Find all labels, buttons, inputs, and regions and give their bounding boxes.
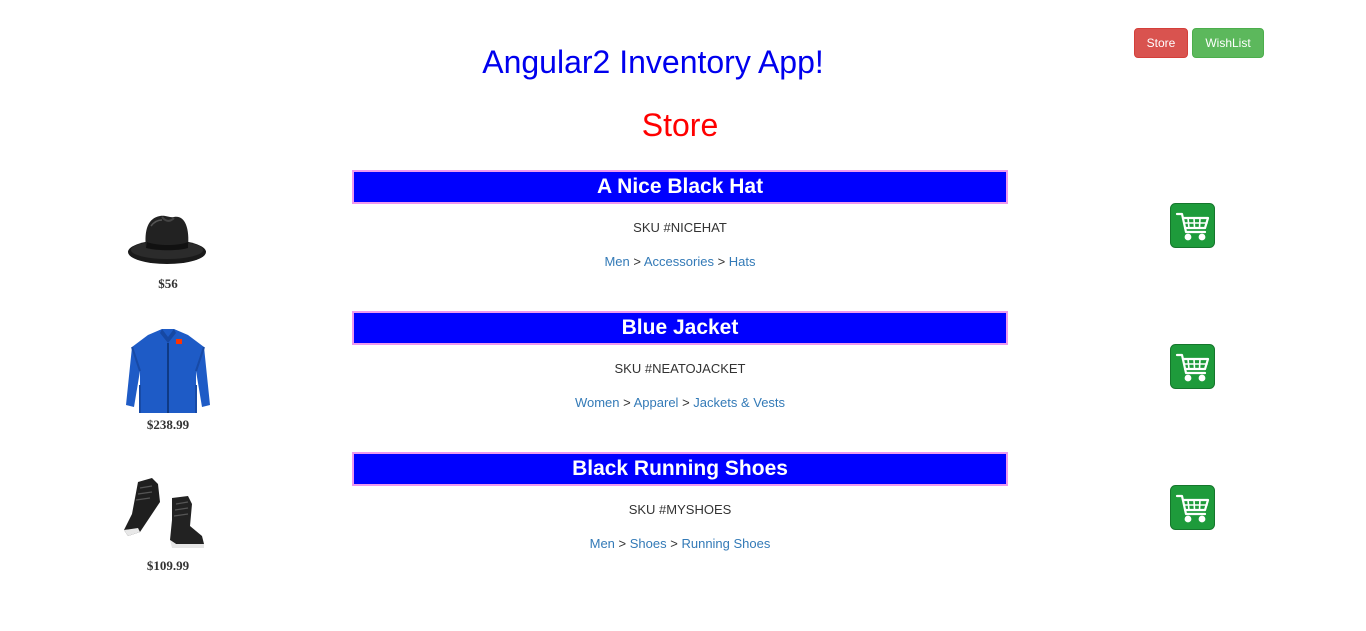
section-title: Store xyxy=(641,107,719,143)
breadcrumb-separator: > xyxy=(717,254,726,269)
breadcrumb-link[interactable]: Apparel xyxy=(634,395,679,410)
product-sku: SKU #NICEHAT xyxy=(633,220,727,235)
black-shoes-image xyxy=(124,478,204,548)
product-price: $238.99 xyxy=(146,417,190,432)
breadcrumb-link[interactable]: Accessories xyxy=(644,254,714,269)
breadcrumb-separator: > xyxy=(670,536,678,551)
product-name: Blue Jacket xyxy=(352,311,1008,345)
product-sku: SKU #NEATOJACKET xyxy=(614,361,746,376)
breadcrumb-separator: > xyxy=(618,536,627,551)
product-row: $56 A Nice Black Hat SKU #NICEHAT Men > … xyxy=(0,170,1366,305)
breadcrumb-link[interactable]: Jackets & Vests xyxy=(693,395,785,410)
breadcrumb-separator: > xyxy=(633,254,641,269)
product-price: $56 xyxy=(158,276,178,291)
blue-jacket-image xyxy=(126,329,210,413)
product-name: Black Running Shoes xyxy=(352,452,1008,486)
product-row: $109.99 Black Running Shoes SKU #MYSHOES… xyxy=(0,452,1366,587)
breadcrumb-link[interactable]: Hats xyxy=(729,254,756,269)
breadcrumb-separator: > xyxy=(682,395,690,410)
inventory-app: Store WishList Angular2 Inventory App! S… xyxy=(0,0,1366,631)
breadcrumb: Men > Accessories > Hats xyxy=(352,254,1008,269)
add-to-cart-button[interactable] xyxy=(1170,344,1215,389)
black-hat-image xyxy=(128,215,206,264)
product-name: A Nice Black Hat xyxy=(352,170,1008,204)
product-row: $238.99 Blue Jacket SKU #NEATOJACKET Wom… xyxy=(0,311,1366,446)
breadcrumb-link[interactable]: Men xyxy=(590,536,615,551)
breadcrumb-link[interactable]: Men xyxy=(604,254,629,269)
product-price: $109.99 xyxy=(146,558,190,573)
breadcrumb-separator: > xyxy=(623,395,631,410)
product-sku: SKU #MYSHOES xyxy=(628,502,732,517)
breadcrumb-link[interactable]: Running Shoes xyxy=(681,536,770,551)
breadcrumb-link[interactable]: Shoes xyxy=(630,536,667,551)
app-title: Angular2 Inventory App! xyxy=(482,44,824,80)
breadcrumb: Men > Shoes > Running Shoes xyxy=(352,536,1008,551)
add-to-cart-button[interactable] xyxy=(1170,203,1215,248)
breadcrumb-link[interactable]: Women xyxy=(575,395,620,410)
breadcrumb: Women > Apparel > Jackets & Vests xyxy=(352,395,1008,410)
add-to-cart-button[interactable] xyxy=(1170,485,1215,530)
